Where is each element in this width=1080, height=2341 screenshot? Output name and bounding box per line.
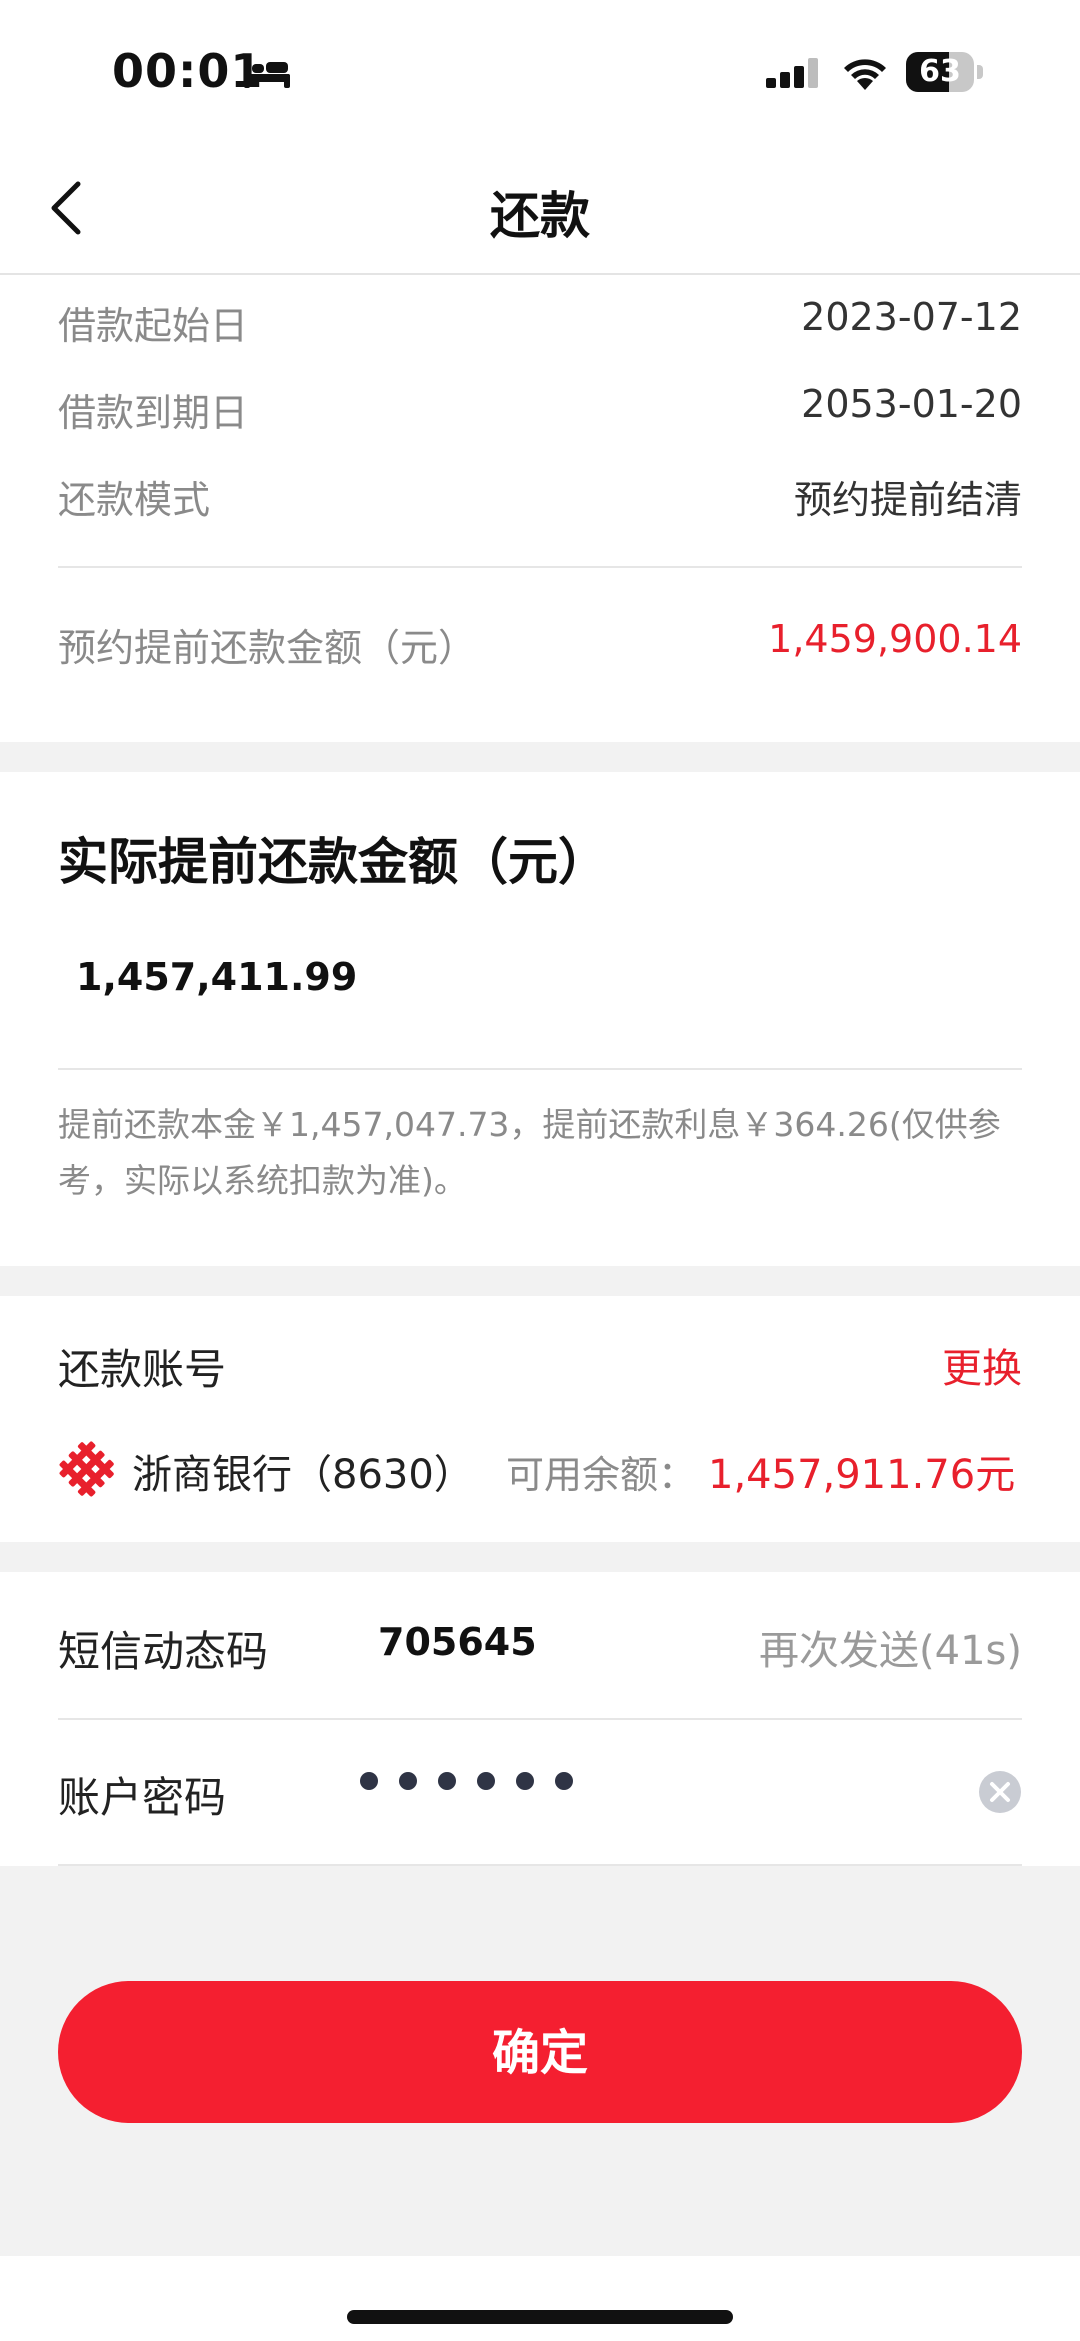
password-label: 账户密码 <box>58 1773 227 1822</box>
home-area <box>0 2256 1080 2341</box>
divider <box>58 1864 1022 1866</box>
cellular-signal-icon <box>766 58 818 88</box>
divider <box>58 566 1022 568</box>
scheduled-amount-label: 预约提前还款金额（元） <box>58 626 477 670</box>
wifi-icon <box>844 59 886 90</box>
repayment-breakdown-note: 提前还款本金￥1,457,047.73，提前还款利息￥364.26(仅供参考，实… <box>58 1105 1001 1200</box>
repayment-amount-input[interactable] <box>58 942 1022 1012</box>
password-dot <box>477 1772 495 1790</box>
bank-logo-icon <box>59 1441 114 1497</box>
start-date-label: 借款起始日 <box>58 304 249 348</box>
password-row: 账户密码 <box>58 1718 1022 1864</box>
due-date-value: 2053-01-20 <box>801 382 1022 426</box>
sms-code-label: 短信动态码 <box>58 1627 269 1676</box>
scheduled-amount-value: 1,459,900.14 <box>768 617 1022 661</box>
info-row-scheduled-amount: 预约提前还款金额（元） 1,459,900.14 <box>58 617 1022 677</box>
due-date-label: 借款到期日 <box>58 391 249 435</box>
balance-label: 可用余额： <box>506 1453 697 1497</box>
sms-code-input[interactable] <box>378 1610 678 1674</box>
sms-code-row: 短信动态码 再次发送(41s) <box>58 1572 1022 1718</box>
info-row-start-date: 借款起始日 2023-07-12 <box>58 295 1022 355</box>
info-row-due-date: 借款到期日 2053-01-20 <box>58 382 1022 442</box>
clear-icon[interactable] <box>978 1770 1022 1814</box>
balance-value: 1,457,911.76元 <box>708 1452 1016 1498</box>
start-date-value: 2023-07-12 <box>801 295 1022 339</box>
status-time: 00:01 <box>112 44 264 98</box>
bank-account-name: 浙商银行（8630） <box>132 1452 474 1498</box>
password-dot <box>399 1772 417 1790</box>
account-title: 还款账号 <box>58 1345 227 1394</box>
password-input[interactable] <box>360 1772 594 1812</box>
change-account-button[interactable]: 更换 <box>942 1336 1022 1394</box>
repay-mode-label: 还款模式 <box>58 478 211 522</box>
divider <box>58 1068 1022 1070</box>
resend-code-button[interactable]: 再次发送(41s) <box>759 1618 1022 1676</box>
nav-bar: 还款 <box>0 140 1080 275</box>
loan-info-card: 借款起始日 2023-07-12 借款到期日 2053-01-20 还款模式 预… <box>0 275 1080 742</box>
actual-repayment-card: 实际提前还款金额（元） 提前还款本金￥1,457,047.73，提前还款利息￥3… <box>0 772 1080 1266</box>
repayment-account-card: 还款账号 更换 浙商银行（8630） 可用余额： 1,457,911.76元 <box>0 1296 1080 1542</box>
info-row-repay-mode: 还款模式 预约提前结清 <box>58 469 1022 529</box>
password-dot <box>438 1772 456 1790</box>
battery-level: 63 <box>919 54 961 89</box>
repay-mode-value: 预约提前结清 <box>793 478 1022 522</box>
password-dot <box>516 1772 534 1790</box>
status-bar: 00:01 63 <box>0 0 1080 140</box>
battery-icon: 63 <box>906 52 984 92</box>
verification-card: 短信动态码 再次发送(41s) 账户密码 <box>0 1572 1080 1866</box>
home-indicator[interactable] <box>347 2310 733 2324</box>
actual-amount-title: 实际提前还款金额（元） <box>58 833 608 891</box>
page-title: 还款 <box>490 187 590 245</box>
password-dot <box>555 1772 573 1790</box>
password-dot <box>360 1772 378 1790</box>
confirm-button[interactable]: 确定 <box>58 1981 1022 2123</box>
bed-icon <box>244 62 290 88</box>
